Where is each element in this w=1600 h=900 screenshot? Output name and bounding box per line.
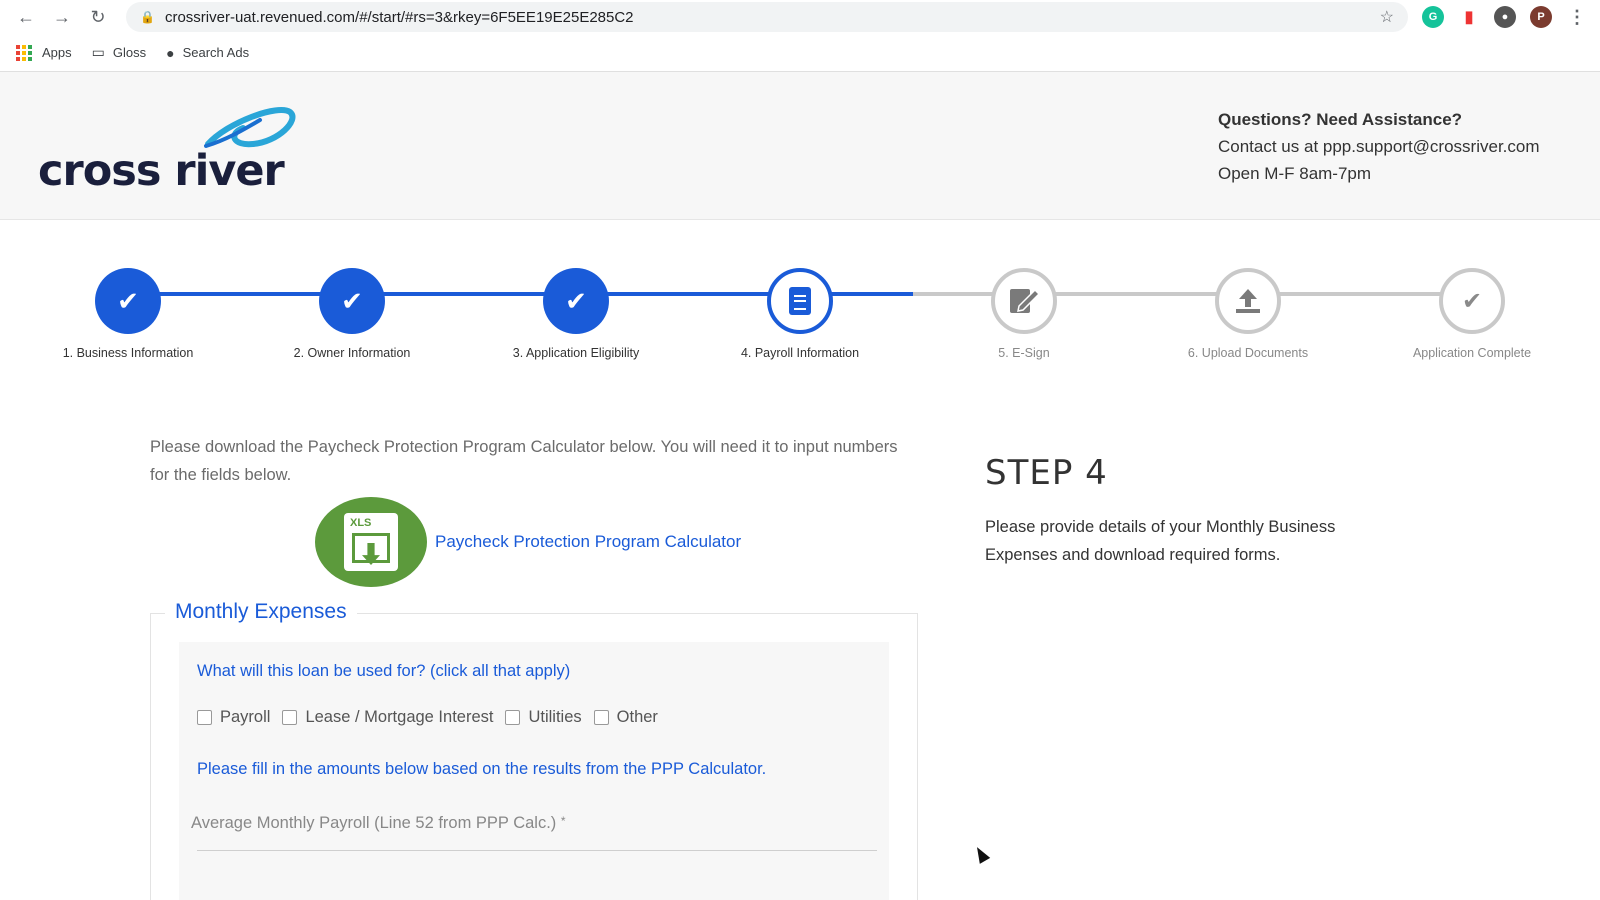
section-legend: Monthly Expenses [165, 600, 357, 624]
bookmarks-bar: Apps ▭ Gloss ● Search Ads [0, 34, 1600, 72]
option-other[interactable]: Other [593, 708, 658, 727]
check-icon: ✔ [319, 268, 385, 334]
other-checkbox[interactable] [593, 710, 609, 725]
step-description: Please provide details of your Monthly B… [985, 518, 1336, 564]
grammarly-extension-icon[interactable]: G [1422, 6, 1444, 28]
check-icon: ✔ [543, 268, 609, 334]
option-label: Utilities [528, 708, 582, 726]
bookmark-gloss[interactable]: ▭ Gloss [92, 44, 146, 61]
bookmark-star-icon[interactable]: ☆ [1380, 7, 1394, 27]
lease-mortgage-checkbox[interactable] [282, 710, 298, 725]
check-icon: ✔ [95, 268, 161, 334]
esign-icon [991, 268, 1057, 334]
check-icon: ✔ [1439, 268, 1505, 334]
xls-document-icon: XLS [344, 513, 398, 571]
field-underline [197, 850, 877, 851]
step-application-complete[interactable]: ✔ Application Complete [1372, 268, 1572, 360]
loan-use-options: Payroll Lease / Mortgage Interest Utilit… [197, 708, 670, 727]
fill-instructions: Please fill in the amounts below based o… [197, 760, 767, 778]
step-label: 6. Upload Documents [1187, 346, 1309, 360]
calculator-download[interactable]: XLS Paycheck Protection Program Calculat… [315, 497, 741, 587]
extension-circle-icon[interactable]: ● [1494, 6, 1516, 28]
step-e-sign[interactable]: 5. E-Sign [924, 268, 1124, 360]
step-label: Application Complete [1412, 346, 1532, 360]
address-bar[interactable]: 🔒 crossriver-uat.revenued.com/#/start/#r… [126, 2, 1408, 32]
xls-label: XLS [350, 517, 372, 529]
step-label: 1. Business Information [62, 346, 194, 360]
step-info: STEP 4 Please provide details of your Mo… [985, 453, 1405, 569]
bookmark-label: Gloss [112, 45, 147, 60]
calculator-link[interactable]: Paycheck Protection Program Calculator [435, 532, 741, 552]
option-payroll[interactable]: Payroll [197, 708, 270, 727]
back-arrow-icon[interactable]: ← [12, 3, 40, 31]
main-content: Please download the Paycheck Protection … [0, 395, 1600, 900]
option-lease-mortgage[interactable]: Lease / Mortgage Interest [282, 708, 493, 727]
forward-arrow-icon[interactable]: → [48, 3, 76, 31]
payroll-checkbox[interactable] [197, 710, 212, 725]
average-monthly-payroll-field[interactable]: Average Monthly Payroll (Line 52 from PP… [191, 814, 566, 833]
document-icon [767, 268, 833, 334]
bookmark-search-ads[interactable]: ● Search Ads [166, 45, 249, 61]
field-placeholder: Average Monthly Payroll (Line 52 from PP… [191, 814, 557, 832]
loan-use-question: What will this loan be used for? (click … [197, 662, 571, 680]
utilities-checkbox[interactable] [505, 710, 521, 725]
bookmark-label: Search Ads [182, 45, 250, 60]
contact-info: Questions? Need Assistance? Contact us a… [1218, 106, 1540, 187]
contact-hours: Open M-F 8am-7pm [1218, 164, 1372, 183]
step-application-eligibility[interactable]: ✔ 3. Application Eligibility [476, 268, 676, 360]
option-label: Lease / Mortgage Interest [305, 708, 494, 726]
apps-grid-icon [16, 44, 32, 61]
step-title: STEP 4 [985, 453, 1108, 493]
bookmark-apps[interactable]: Apps [16, 44, 72, 61]
cross-river-logo[interactable]: cross river [38, 100, 298, 205]
browser-toolbar: ← → ↻ 🔒 crossriver-uat.revenued.com/#/st… [0, 0, 1600, 34]
profile-avatar[interactable]: P [1530, 6, 1552, 28]
progress-stepper: ✔ 1. Business Information ✔ 2. Owner Inf… [0, 220, 1600, 395]
xls-download-icon[interactable]: XLS [315, 497, 427, 587]
site-header: cross river Questions? Need Assistance? … [0, 72, 1600, 220]
contact-title: Questions? Need Assistance? [1218, 110, 1463, 129]
step-label: 5. E-Sign [998, 346, 1050, 360]
intro-text: Please download the Paycheck Protection … [150, 438, 898, 484]
step-owner-information[interactable]: ✔ 2. Owner Information [252, 268, 452, 360]
option-label: Payroll [220, 708, 271, 726]
option-utilities[interactable]: Utilities [505, 708, 582, 727]
folder-icon: ▭ [91, 44, 105, 60]
expenses-panel: What will this loan be used for? (click … [179, 642, 889, 900]
step-label: 3. Application Eligibility [512, 346, 640, 360]
url-text[interactable]: crossriver-uat.revenued.com/#/start/#rs=… [165, 9, 1380, 26]
step-payroll-information[interactable]: 4. Payroll Information [700, 268, 900, 360]
extension-icon[interactable]: ▮ [1458, 6, 1480, 28]
lock-icon: 🔒 [140, 10, 155, 24]
step-upload-documents[interactable]: 6. Upload Documents [1148, 268, 1348, 360]
bookmark-label: Apps [42, 45, 72, 60]
reload-icon[interactable]: ↻ [84, 3, 112, 31]
step-label: 4. Payroll Information [740, 346, 860, 360]
monthly-expenses-section: Monthly Expenses What will this loan be … [150, 600, 918, 900]
browser-menu-icon[interactable]: ⋮ [1566, 6, 1588, 28]
required-marker: * [560, 814, 566, 828]
apple-icon: ● [166, 44, 175, 61]
upload-icon [1215, 268, 1281, 334]
option-label: Other [616, 708, 658, 726]
logo-text: cross river [38, 146, 285, 196]
step-label: 2. Owner Information [293, 346, 411, 360]
step-business-information[interactable]: ✔ 1. Business Information [28, 268, 228, 360]
contact-email[interactable]: Contact us at ppp.support@crossriver.com [1218, 133, 1540, 160]
